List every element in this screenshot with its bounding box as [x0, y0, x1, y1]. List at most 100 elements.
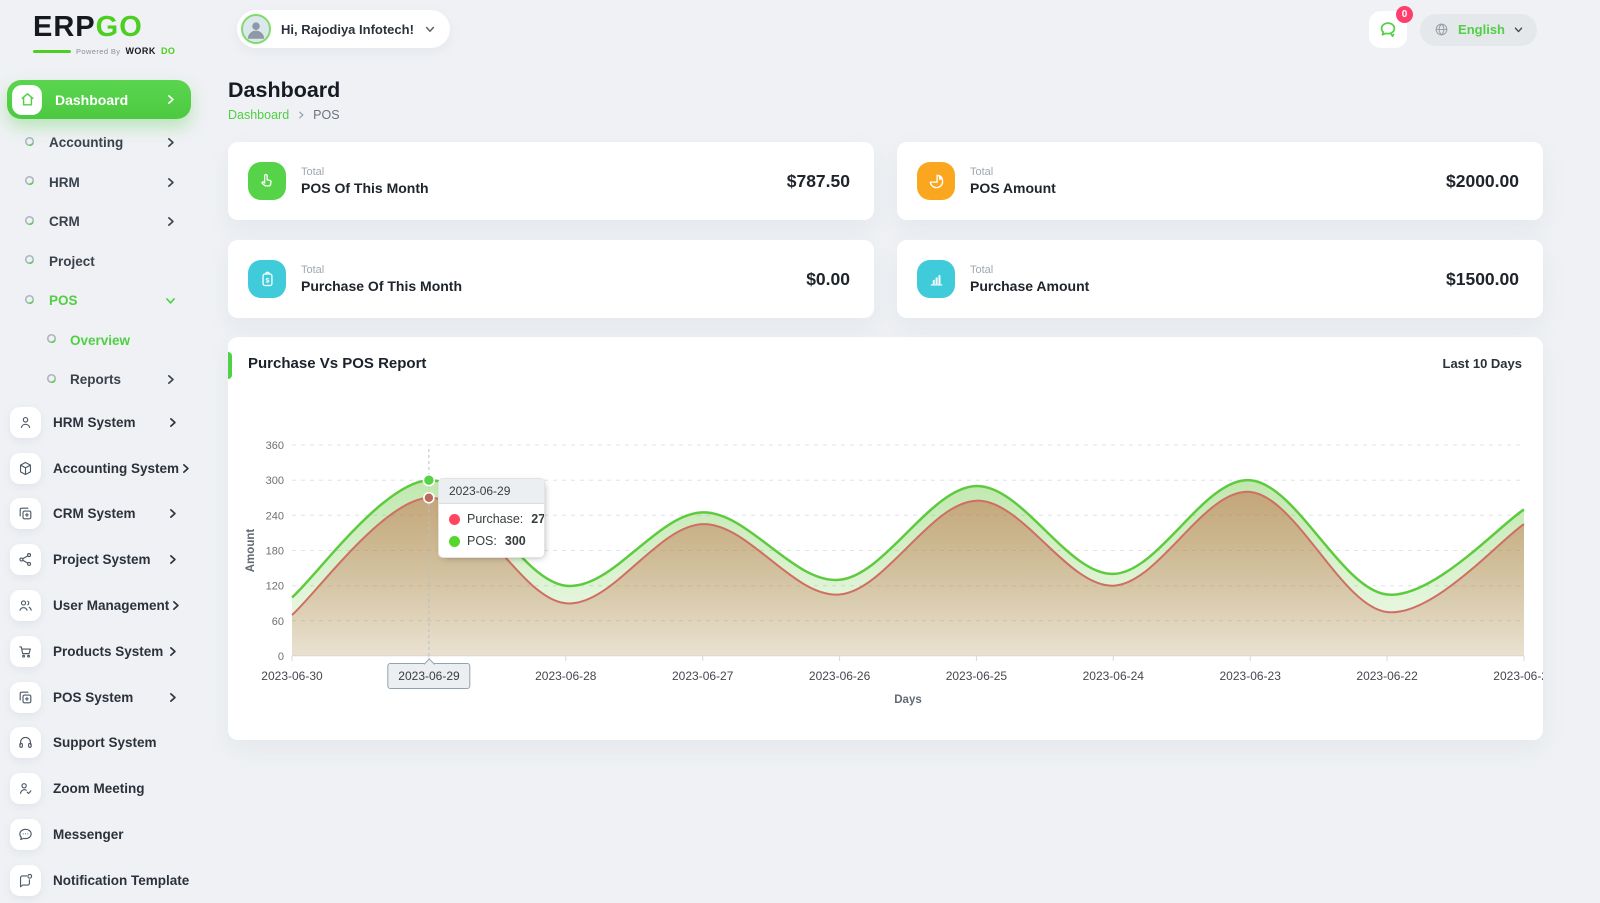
sidebar-item-crm[interactable]: CRM	[0, 202, 197, 242]
sidebar-item-label: Support System	[53, 735, 157, 750]
logo-erp-text: ERP	[33, 11, 96, 43]
notification-count-badge: 0	[1396, 6, 1413, 23]
logo-wordmark: ERPGO	[33, 13, 197, 42]
stat-text: Total Purchase Amount	[970, 264, 1089, 294]
sidebar-item-label: CRM System	[53, 506, 136, 521]
headset-icon	[10, 727, 41, 758]
tooltip-row-pos: POS: 300	[439, 526, 544, 557]
bar-chart-icon	[917, 260, 955, 298]
bullet-icon	[24, 252, 35, 270]
stat-kicker: Total	[301, 264, 462, 276]
copy-plus-icon	[10, 498, 41, 529]
logo-tagline: Powered By WORKDO	[33, 46, 197, 56]
language-selector[interactable]: English	[1420, 14, 1537, 46]
svg-text:240: 240	[266, 510, 284, 522]
svg-text:2023-06-24: 2023-06-24	[1083, 669, 1145, 683]
svg-text:2023-06-25: 2023-06-25	[946, 669, 1008, 683]
series-dot-icon	[449, 514, 460, 525]
sidebar-nav: Accounting HRM CRM Project POS Overview …	[0, 123, 197, 903]
sidebar-item-messenger[interactable]: Messenger	[0, 812, 197, 858]
sidebar-item-accounting-system[interactable]: Accounting System	[0, 445, 197, 491]
stat-card-pos-of-this-month: Total POS Of This Month $787.50	[228, 142, 874, 220]
chevron-right-icon	[166, 645, 179, 658]
svg-text:120: 120	[266, 581, 284, 593]
logo-underline	[33, 50, 71, 53]
chevron-right-icon	[166, 553, 179, 566]
logo-go-text: GO	[96, 11, 143, 43]
app-logo: ERPGO Powered By WORKDO	[0, 0, 197, 56]
sidebar-item-products-system[interactable]: Products System	[0, 628, 197, 674]
sidebar-item-project-system[interactable]: Project System	[0, 537, 197, 583]
stat-value: $787.50	[787, 171, 850, 192]
chevron-right-icon	[166, 416, 179, 429]
click-icon	[248, 162, 286, 200]
sidebar-item-project[interactable]: Project	[0, 242, 197, 282]
sidebar-item-hrm[interactable]: HRM	[0, 163, 197, 203]
sidebar-item-label: POS	[49, 293, 78, 308]
tooltip-date: 2023-06-29	[439, 479, 544, 504]
stats-grid: Total POS Of This Month $787.50 Total PO…	[228, 142, 1543, 318]
sidebar-item-zoom-meeting[interactable]: Zoom Meeting	[0, 766, 197, 812]
sidebar-subitem-label: Reports	[70, 372, 121, 387]
sidebar-item-accounting[interactable]: Accounting	[0, 123, 197, 163]
svg-text:Days: Days	[894, 694, 922, 706]
svg-text:Amount: Amount	[245, 529, 257, 573]
chevron-right-icon	[164, 176, 177, 189]
stat-text: Total POS Of This Month	[301, 166, 429, 196]
sidebar-item-label: Accounting	[49, 135, 123, 150]
stat-name: POS Of This Month	[301, 180, 429, 196]
sidebar-item-crm-system[interactable]: CRM System	[0, 491, 197, 537]
user-greeting: Hi, Rajodiya Infotech!	[281, 22, 414, 37]
page-title: Dashboard	[228, 78, 1543, 103]
sidebar-item-label: POS System	[53, 690, 133, 705]
sidebar-item-label: CRM	[49, 214, 80, 229]
breadcrumb-separator-icon	[296, 110, 306, 120]
sidebar-item-user-management[interactable]: User Management	[0, 583, 197, 629]
svg-text:300: 300	[266, 475, 284, 487]
sidebar-subitem-reports[interactable]: Reports	[0, 360, 197, 400]
user-check-icon	[10, 773, 41, 804]
sidebar-item-pos[interactable]: POS	[0, 281, 197, 321]
stat-name: POS Amount	[970, 180, 1056, 196]
sidebar-item-hrm-system[interactable]: HRM System	[0, 400, 197, 446]
stat-text: Total POS Amount	[970, 166, 1056, 196]
stat-kicker: Total	[970, 166, 1056, 178]
stat-card-purchase-amount: Total Purchase Amount $1500.00	[897, 240, 1543, 318]
tooltip-series-value: 300	[505, 534, 526, 548]
tooltip-row-purchase: Purchase: 270	[439, 504, 544, 526]
stat-name: Purchase Amount	[970, 278, 1089, 294]
stat-card-purchase-of-this-month: $ Total Purchase Of This Month $0.00	[228, 240, 874, 318]
pie-icon	[917, 162, 955, 200]
svg-text:2023-06-21: 2023-06-21	[1493, 669, 1543, 683]
sidebar-subitem-overview[interactable]: Overview	[0, 321, 197, 361]
sidebar-item-dashboard[interactable]: Dashboard	[7, 80, 191, 119]
tooltip-series-value: 270	[531, 512, 545, 526]
stat-kicker: Total	[301, 166, 429, 178]
logo-workdo-work: WORK	[125, 46, 156, 56]
cart-icon	[10, 636, 41, 667]
language-label: English	[1458, 22, 1505, 37]
sidebar-item-notification-template[interactable]: Notification Template	[0, 857, 197, 903]
globe-icon	[1433, 21, 1450, 38]
sidebar-item-label: HRM System	[53, 415, 136, 430]
home-icon	[12, 85, 42, 115]
sidebar-item-label: Products System	[53, 644, 163, 659]
bullet-icon	[24, 134, 35, 152]
user-menu[interactable]: Hi, Rajodiya Infotech!	[237, 10, 450, 48]
sidebar-item-label: Project System	[53, 552, 151, 567]
breadcrumb-dashboard-link[interactable]: Dashboard	[228, 108, 289, 122]
tooltip-series-label: Purchase:	[467, 512, 523, 526]
svg-text:180: 180	[266, 546, 284, 558]
sidebar-item-support-system[interactable]: Support System	[0, 720, 197, 766]
copy-plus-icon	[10, 682, 41, 713]
sidebar-dashboard-label: Dashboard	[55, 92, 128, 108]
notifications-button[interactable]: 0	[1369, 11, 1407, 48]
svg-text:$: $	[265, 277, 269, 284]
sidebar-item-pos-system[interactable]: POS System	[0, 674, 197, 720]
svg-text:2023-06-23: 2023-06-23	[1220, 669, 1282, 683]
user-icon	[10, 407, 41, 438]
package-icon	[10, 453, 41, 484]
sidebar-item-label: Messenger	[53, 827, 124, 842]
series-dot-icon	[449, 536, 460, 547]
sidebar-subitem-label: Overview	[70, 333, 130, 348]
